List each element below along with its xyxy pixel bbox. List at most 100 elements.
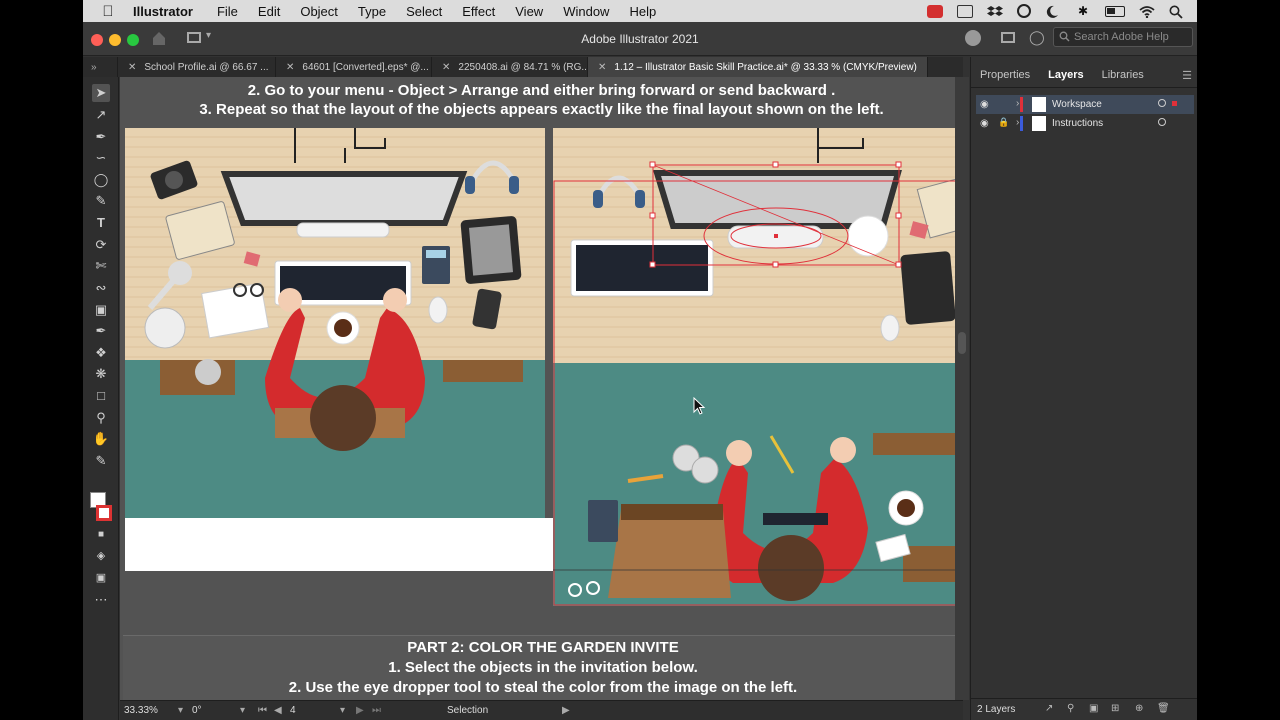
scissors-tool-icon[interactable]: ✄ — [92, 257, 110, 275]
search-help-input[interactable]: Search Adobe Help — [1053, 27, 1193, 47]
tab-layers[interactable]: Layers — [1039, 65, 1092, 87]
rotation-dropdown-icon[interactable]: ▾ — [240, 705, 245, 716]
working-layout-artwork[interactable] — [553, 128, 963, 606]
paintbrush-tool-icon[interactable]: ✎ — [92, 192, 110, 210]
lock-icon[interactable]: 🔒 — [998, 117, 1009, 128]
battery-icon[interactable] — [1105, 5, 1125, 17]
eyedropper-tool-icon[interactable]: ✒ — [92, 322, 110, 340]
target-circle-icon[interactable] — [1158, 99, 1166, 107]
menu-effect[interactable]: Effect — [452, 4, 505, 19]
creative-cloud-icon[interactable] — [927, 4, 943, 18]
delete-layer-icon[interactable]: 🗑 — [1157, 703, 1170, 714]
zoom-dropdown-icon[interactable]: ▾ — [178, 705, 183, 716]
layer-name[interactable]: Instructions — [1052, 118, 1103, 129]
spotlight-search-icon[interactable] — [1169, 5, 1185, 19]
menu-bar:  Illustrator File Edit Object Type Sele… — [83, 0, 1197, 22]
artboard-tool-icon[interactable]: □ — [92, 387, 110, 405]
zoom-level-field[interactable]: 33.33% — [124, 705, 158, 716]
previous-artboard-icon[interactable]: ◀ — [274, 705, 282, 716]
screen-share-icon[interactable] — [957, 4, 973, 18]
warp-tool-icon[interactable]: ∾ — [92, 279, 110, 297]
tab-school-profile[interactable]: ✕ School Profile.ai @ 66.67 ... — [118, 57, 276, 77]
hand-tool-icon[interactable]: ✋ — [92, 430, 110, 448]
ellipse-tool-icon[interactable]: ◯ — [92, 171, 110, 189]
close-tab-icon[interactable]: ✕ — [442, 62, 450, 73]
final-layout-artwork[interactable] — [125, 128, 545, 518]
bluetooth-icon[interactable]: ✱ — [1075, 4, 1091, 18]
panel-menu-icon[interactable]: ☰ — [1176, 65, 1197, 87]
layer-row-instructions[interactable]: ◉ 🔒 › Instructions — [976, 114, 1194, 133]
artboard-number-field[interactable]: 4 — [290, 705, 296, 716]
menu-file[interactable]: File — [207, 4, 248, 19]
layer-name[interactable]: Workspace — [1052, 99, 1102, 110]
artboard-dropdown-icon[interactable]: ▾ — [340, 705, 345, 716]
canvas-area[interactable]: 2. Go to your menu - Object > Arrange an… — [120, 77, 963, 700]
more-tools-icon[interactable]: ⋯ — [92, 591, 110, 609]
moon-icon[interactable] — [1045, 5, 1061, 18]
color-mode-icon[interactable]: ■ — [92, 526, 110, 544]
menu-window[interactable]: Window — [553, 4, 619, 19]
menu-type[interactable]: Type — [348, 4, 396, 19]
expand-chevron-icon[interactable]: › — [1016, 98, 1019, 109]
share-icon[interactable] — [965, 30, 981, 46]
visibility-eye-icon[interactable]: ◉ — [980, 118, 989, 129]
tab-64601-converted[interactable]: ✕ 64601 [Converted].eps* @... — [276, 57, 432, 77]
curvature-tool-icon[interactable]: ∽ — [92, 149, 110, 167]
rotation-field[interactable]: 0° — [192, 705, 202, 716]
vertical-scrollbar[interactable] — [955, 77, 969, 700]
lightbulb-icon[interactable]: ◯ — [1029, 29, 1045, 46]
type-tool-icon[interactable]: T — [92, 214, 110, 232]
sync-icon[interactable] — [1017, 4, 1031, 18]
close-tab-icon[interactable]: ✕ — [598, 62, 606, 73]
tab-label: 1.12 – Illustrator Basic Skill Practice.… — [614, 61, 917, 73]
menu-edit[interactable]: Edit — [248, 4, 290, 19]
last-artboard-icon[interactable]: ⏭ — [372, 705, 381, 716]
new-sublayer-icon[interactable]: ⊞ — [1111, 703, 1119, 714]
dropbox-icon[interactable] — [987, 5, 1003, 18]
screen-mode-icon[interactable]: ▣ — [92, 569, 110, 587]
left-drawer-illustration — [160, 359, 235, 395]
stroke-swatch[interactable] — [96, 505, 112, 521]
eraser-tool-icon[interactable]: ✎ — [92, 452, 110, 470]
rotate-tool-icon[interactable]: ⟳ — [92, 236, 110, 254]
target-circle-icon[interactable] — [1158, 118, 1166, 126]
menu-object[interactable]: Object — [290, 4, 348, 19]
drawing-mode-icon[interactable]: ◈ — [92, 547, 110, 565]
expand-chevron-icon[interactable]: › — [1016, 117, 1019, 128]
visibility-eye-icon[interactable]: ◉ — [980, 99, 989, 110]
first-artboard-icon[interactable]: ⏮ — [258, 705, 267, 716]
close-tab-icon[interactable]: ✕ — [128, 62, 136, 73]
pen-tool-icon[interactable]: ✒ — [92, 128, 110, 146]
panel-layout-icon[interactable] — [1001, 32, 1015, 43]
scroll-thumb[interactable] — [958, 332, 966, 354]
tab-properties[interactable]: Properties — [971, 65, 1039, 87]
tab-overflow-button[interactable]: » — [83, 57, 118, 77]
instruction-step-2: 2. Go to your menu - Object > Arrange an… — [247, 82, 836, 99]
tab-basic-skill-practice[interactable]: ✕ 1.12 – Illustrator Basic Skill Practice… — [588, 57, 928, 77]
gradient-tool-icon[interactable]: ▣ — [92, 301, 110, 319]
clipping-mask-icon[interactable]: ▣ — [1089, 703, 1098, 714]
direct-selection-tool-icon[interactable]: ↗ — [92, 106, 110, 124]
tab-libraries[interactable]: Libraries — [1093, 65, 1153, 87]
zoom-tool-icon[interactable]: ⚲ — [92, 409, 110, 427]
close-tab-icon[interactable]: ✕ — [286, 62, 294, 73]
layer-row-workspace[interactable]: ◉ › Workspace — [976, 95, 1194, 114]
box-illustration — [608, 504, 731, 598]
desk-lamp-base-illustration — [847, 215, 889, 257]
menu-help[interactable]: Help — [619, 4, 666, 19]
menu-view[interactable]: View — [505, 4, 553, 19]
selection-tool-icon[interactable]: ➤ — [92, 84, 110, 102]
apple-icon[interactable]:  — [83, 3, 133, 20]
next-artboard-icon[interactable]: ▶ — [356, 705, 364, 716]
menu-select[interactable]: Select — [396, 4, 452, 19]
wifi-icon[interactable] — [1139, 5, 1155, 18]
new-layer-icon[interactable]: ⊕ — [1135, 703, 1143, 714]
collect-export-icon[interactable]: ↗ — [1045, 703, 1053, 714]
layer-thumbnail — [1032, 97, 1046, 112]
symbol-sprayer-tool-icon[interactable]: ❋ — [92, 365, 110, 383]
locate-object-icon[interactable]: ⚲ — [1067, 703, 1074, 714]
tab-2250408[interactable]: ✕ 2250408.ai @ 84.71 % (RG... — [432, 57, 588, 77]
menu-app-name[interactable]: Illustrator — [133, 4, 207, 19]
shape-builder-tool-icon[interactable]: ❖ — [92, 344, 110, 362]
status-menu-icon[interactable]: ▶ — [562, 705, 570, 716]
